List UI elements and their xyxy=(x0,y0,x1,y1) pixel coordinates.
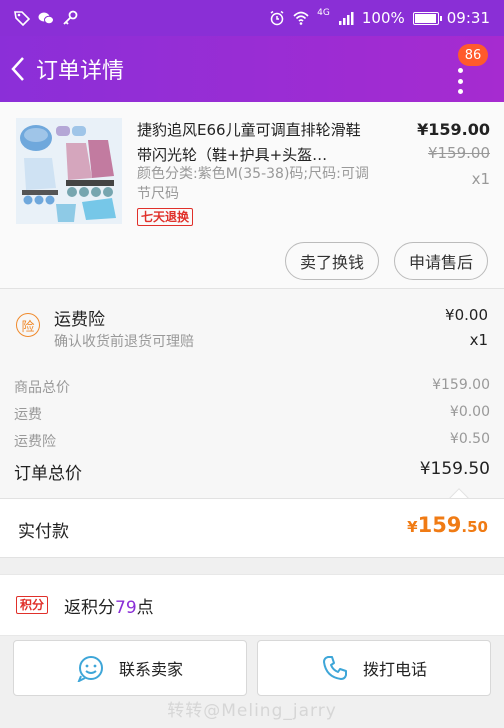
goods-total-label: 商品总价 xyxy=(14,380,70,396)
wifi-icon xyxy=(293,11,309,25)
order-total-value: ¥159.50 xyxy=(419,459,490,479)
points-suffix: 点 xyxy=(136,598,154,618)
back-button[interactable] xyxy=(0,36,36,102)
title-bar: 订单详情 86 xyxy=(0,36,504,102)
shipping-insurance-value: ¥0.50 xyxy=(449,431,490,447)
contact-seller-label: 联系卖家 xyxy=(118,660,183,679)
phone-icon xyxy=(322,656,347,680)
tag-icon xyxy=(14,11,30,26)
wechat-icon xyxy=(38,12,54,25)
points-prefix: 返积分 xyxy=(64,598,115,618)
product-name[interactable]: 捷豹追风E66儿童可调直排轮滑鞋 带闪光轮（鞋+护具+头盔… xyxy=(137,118,377,168)
key-icon xyxy=(63,10,78,25)
product-spec: 颜色分类:紫色M(35-38)码;尺码:可调节尺码 xyxy=(137,166,369,202)
product-price: ¥159.00 xyxy=(417,120,490,139)
points-value: 79 xyxy=(115,598,137,618)
battery-icon xyxy=(412,11,442,25)
points-row: 积分 返积分79点 xyxy=(0,574,504,636)
watermark: 转转@Meling_jarry xyxy=(167,701,337,721)
paid-amount-decimal: .50 xyxy=(461,518,488,536)
insurance-title: 运费险 xyxy=(54,310,105,330)
network-type: 4G xyxy=(317,8,330,18)
product-card[interactable]: 捷豹追风E66儿童可调直排轮滑鞋 带闪光轮（鞋+护具+头盔… 颜色分类:紫色M(… xyxy=(0,102,504,288)
order-total-label: 订单总价 xyxy=(14,464,82,484)
chat-smile-icon xyxy=(77,656,103,682)
shipping-insurance-label: 运费险 xyxy=(14,434,56,450)
insurance-price: ¥0.00 xyxy=(445,306,488,324)
order-summary: 险 运费险 确认收货前退货可理赔 ¥0.00 x1 商品总价 ¥159.00 运… xyxy=(0,288,504,508)
goods-total-value: ¥159.00 xyxy=(432,377,490,393)
insurance-icon: 险 xyxy=(16,313,40,337)
after-sale-button[interactable]: 申请售后 xyxy=(394,242,488,280)
paid-label: 实付款 xyxy=(18,522,69,542)
clock: 09:31 xyxy=(446,9,490,27)
points-text: 返积分79点 xyxy=(64,593,154,618)
sell-button[interactable]: 卖了换钱 xyxy=(285,242,379,280)
call-phone-button[interactable]: 拨打电话 xyxy=(257,640,491,696)
shipping-value: ¥0.00 xyxy=(449,404,490,420)
signal-icon xyxy=(338,12,354,25)
product-quantity: x1 xyxy=(471,170,490,188)
paid-amount: ¥159.50 xyxy=(407,513,488,537)
more-menu-button[interactable]: 86 xyxy=(444,44,488,94)
product-image[interactable] xyxy=(16,118,122,224)
contact-seller-button[interactable]: 联系卖家 xyxy=(13,640,247,696)
paid-amount-row: 实付款 ¥159.50 xyxy=(0,498,504,558)
points-tag: 积分 xyxy=(16,596,49,614)
status-bar: 4G 100% 09:31 xyxy=(0,0,504,36)
call-phone-label: 拨打电话 xyxy=(362,660,427,679)
insurance-desc: 确认收货前退货可理赔 xyxy=(54,334,194,350)
shipping-label: 运费 xyxy=(14,407,42,423)
chevron-left-icon xyxy=(11,57,24,81)
product-original-price: ¥159.00 xyxy=(427,144,490,162)
battery-percent: 100% xyxy=(361,9,405,27)
message-count-badge: 86 xyxy=(458,44,488,66)
insurance-quantity: x1 xyxy=(469,331,488,349)
battery-level xyxy=(414,13,436,23)
alarm-icon xyxy=(270,10,284,26)
paid-amount-integer: 159 xyxy=(417,513,462,537)
paid-currency: ¥ xyxy=(407,518,418,536)
more-vertical-icon xyxy=(458,68,464,94)
seven-day-return-tag: 七天退换 xyxy=(137,208,194,226)
page-title: 订单详情 xyxy=(36,59,125,84)
